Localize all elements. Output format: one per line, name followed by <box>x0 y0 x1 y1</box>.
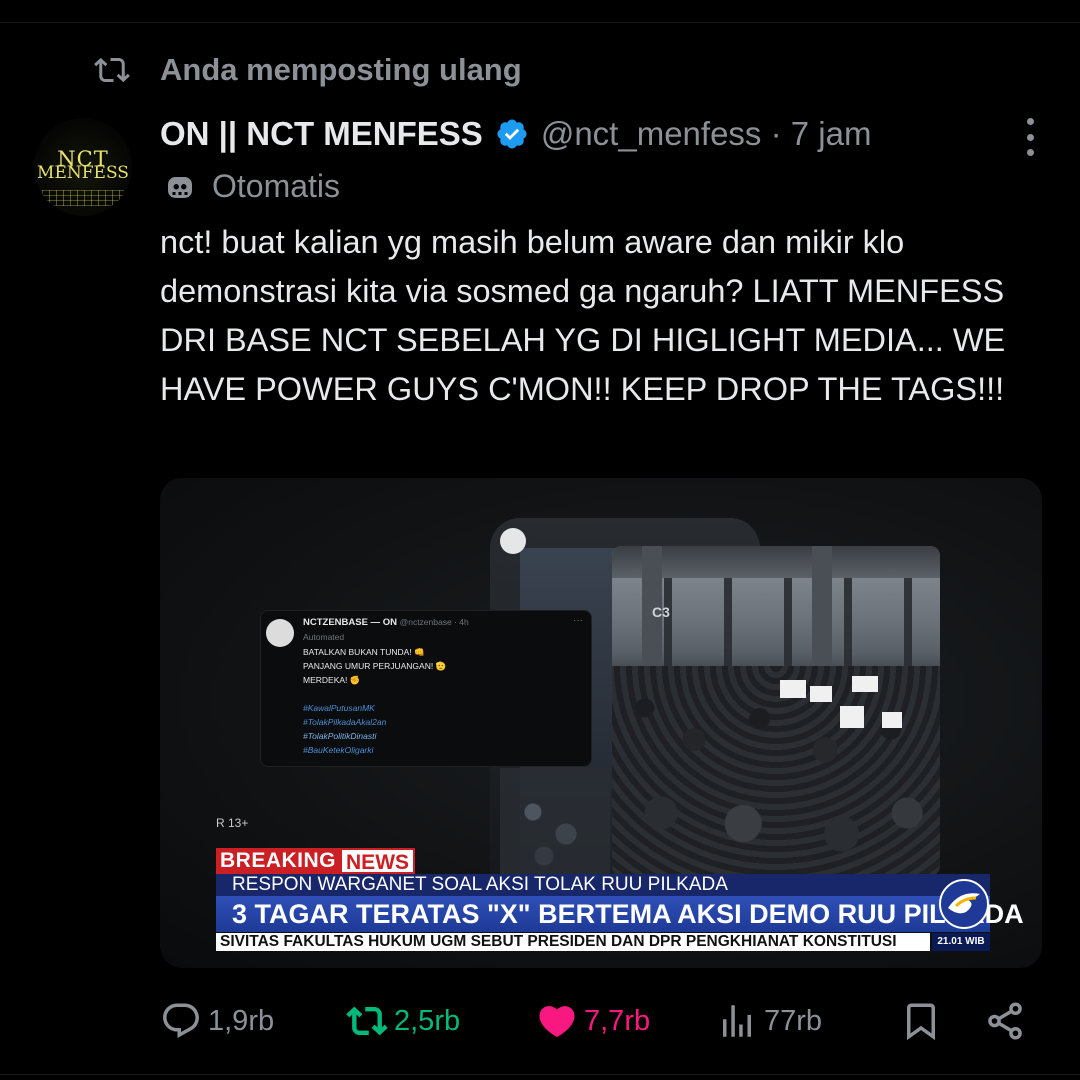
author-handle-time[interactable]: @nct_menfess · 7 jam <box>541 115 872 153</box>
embedded-tweet-name: NCTZENBASE — ON <box>303 617 397 628</box>
embedded-tweet-hashtag: #BauKetekOligarki <box>303 745 374 755</box>
bottom-divider <box>0 1074 1080 1075</box>
embedded-tweet-line: PANJANG UMUR PERJUANGAN! 🫡 <box>303 661 447 671</box>
protest-sign <box>780 680 806 698</box>
breaking-news-tag: BREAKING NEWS <box>216 848 416 874</box>
automated-label-row: Otomatis <box>162 166 340 206</box>
pillar-label: C3 <box>652 604 670 620</box>
embedded-tweet-header: NCTZENBASE — ON @nctzenbase · 4h <box>303 617 469 628</box>
action-bar: 1,9rb 2,5rb 7,7rb 77rb <box>160 996 1040 1046</box>
embedded-tweet-hashtag: #TolakPolitikDinasti <box>303 731 377 741</box>
protest-sign <box>840 706 864 728</box>
avatar[interactable]: NCT MENFESS <box>34 118 132 216</box>
bookmark-icon <box>907 1003 935 1041</box>
breaking-label: BREAKING <box>216 848 341 874</box>
ticker-headline: 3 TAGAR TERATAS "X" BERTEMA AKSI DEMO RU… <box>216 896 1024 932</box>
phone-camera-dot <box>500 528 526 554</box>
like-button[interactable]: 7,7rb <box>536 996 650 1046</box>
post-header: ON || NCT MENFESS @nct_menfess · 7 jam <box>160 112 871 156</box>
embedded-more-icon: ··· <box>573 615 583 626</box>
protest-crowd-photo: C3 <box>612 546 940 876</box>
reply-count: 1,9rb <box>208 1004 275 1037</box>
heart-filled-icon <box>539 1006 575 1038</box>
ticker-top: RESPON WARGANET SOAL AKSI TOLAK RUU PILK… <box>216 874 990 896</box>
repost-banner: Anda memposting ulang <box>92 50 522 90</box>
automated-label: Otomatis <box>212 167 341 204</box>
share-button[interactable] <box>984 996 1032 1046</box>
embedded-tweet-card: NCTZENBASE — ON @nctzenbase · 4h ··· Aut… <box>260 610 592 767</box>
share-icon <box>988 1002 1022 1040</box>
bot-icon <box>168 177 192 198</box>
broadcast-clock: 21.01 WIB <box>932 933 990 951</box>
bookmark-button[interactable] <box>900 996 948 1046</box>
protest-sign <box>882 712 902 728</box>
rating-label: R 13+ <box>216 816 249 830</box>
protest-sign <box>810 686 832 702</box>
embedded-tweet-avatar <box>266 619 294 647</box>
protest-sign <box>852 676 878 692</box>
verified-badge-icon <box>497 119 527 149</box>
repost-active-icon <box>346 1006 388 1036</box>
avatar-text-menfess: MENFESS <box>37 163 129 183</box>
avatar-grid-decoration <box>42 190 124 206</box>
post-media-image[interactable]: NCTZENBASE — ON @nctzenbase · 4h ··· Aut… <box>160 478 1042 968</box>
embedded-tweet-automated: Automated <box>303 632 345 642</box>
top-divider <box>0 22 1080 23</box>
more-options-icon[interactable] <box>1020 118 1040 156</box>
views-button[interactable]: 77rb <box>716 996 822 1046</box>
post-text: nct! buat kalian yg masih belum aware da… <box>160 224 1006 407</box>
reply-button[interactable]: 1,9rb <box>160 996 274 1046</box>
news-channel-logo-icon <box>939 879 989 929</box>
embedded-tweet-line: MERDEKA! ✊ <box>303 675 361 685</box>
views-chart-icon <box>723 1005 751 1037</box>
repost-icon <box>94 57 130 83</box>
reply-icon <box>163 1003 199 1038</box>
ticker-bottom: SIVITAS FAKULTAS HUKUM UGM SEBUT PRESIDE… <box>216 933 930 951</box>
blurred-crowd <box>500 768 610 878</box>
author-name[interactable]: ON || NCT MENFESS <box>160 115 483 153</box>
embedded-tweet-handle: @nctzenbase · 4h <box>399 617 469 627</box>
embedded-tweet-hashtag: #TolakPilkadaAkal2an <box>303 717 387 727</box>
repost-button[interactable]: 2,5rb <box>346 996 460 1046</box>
embedded-tweet-line: BATALKAN BUKAN TUNDA! 👊 <box>303 647 425 657</box>
embedded-tweet-hashtag: #KawalPutusanMK <box>303 703 375 713</box>
news-label: NEWS <box>340 848 416 874</box>
crowd-people <box>612 666 940 876</box>
like-count: 7,7rb <box>584 1004 651 1037</box>
views-count: 77rb <box>764 1004 823 1037</box>
repost-banner-label: Anda memposting ulang <box>160 52 522 87</box>
repost-count: 2,5rb <box>394 1004 461 1037</box>
